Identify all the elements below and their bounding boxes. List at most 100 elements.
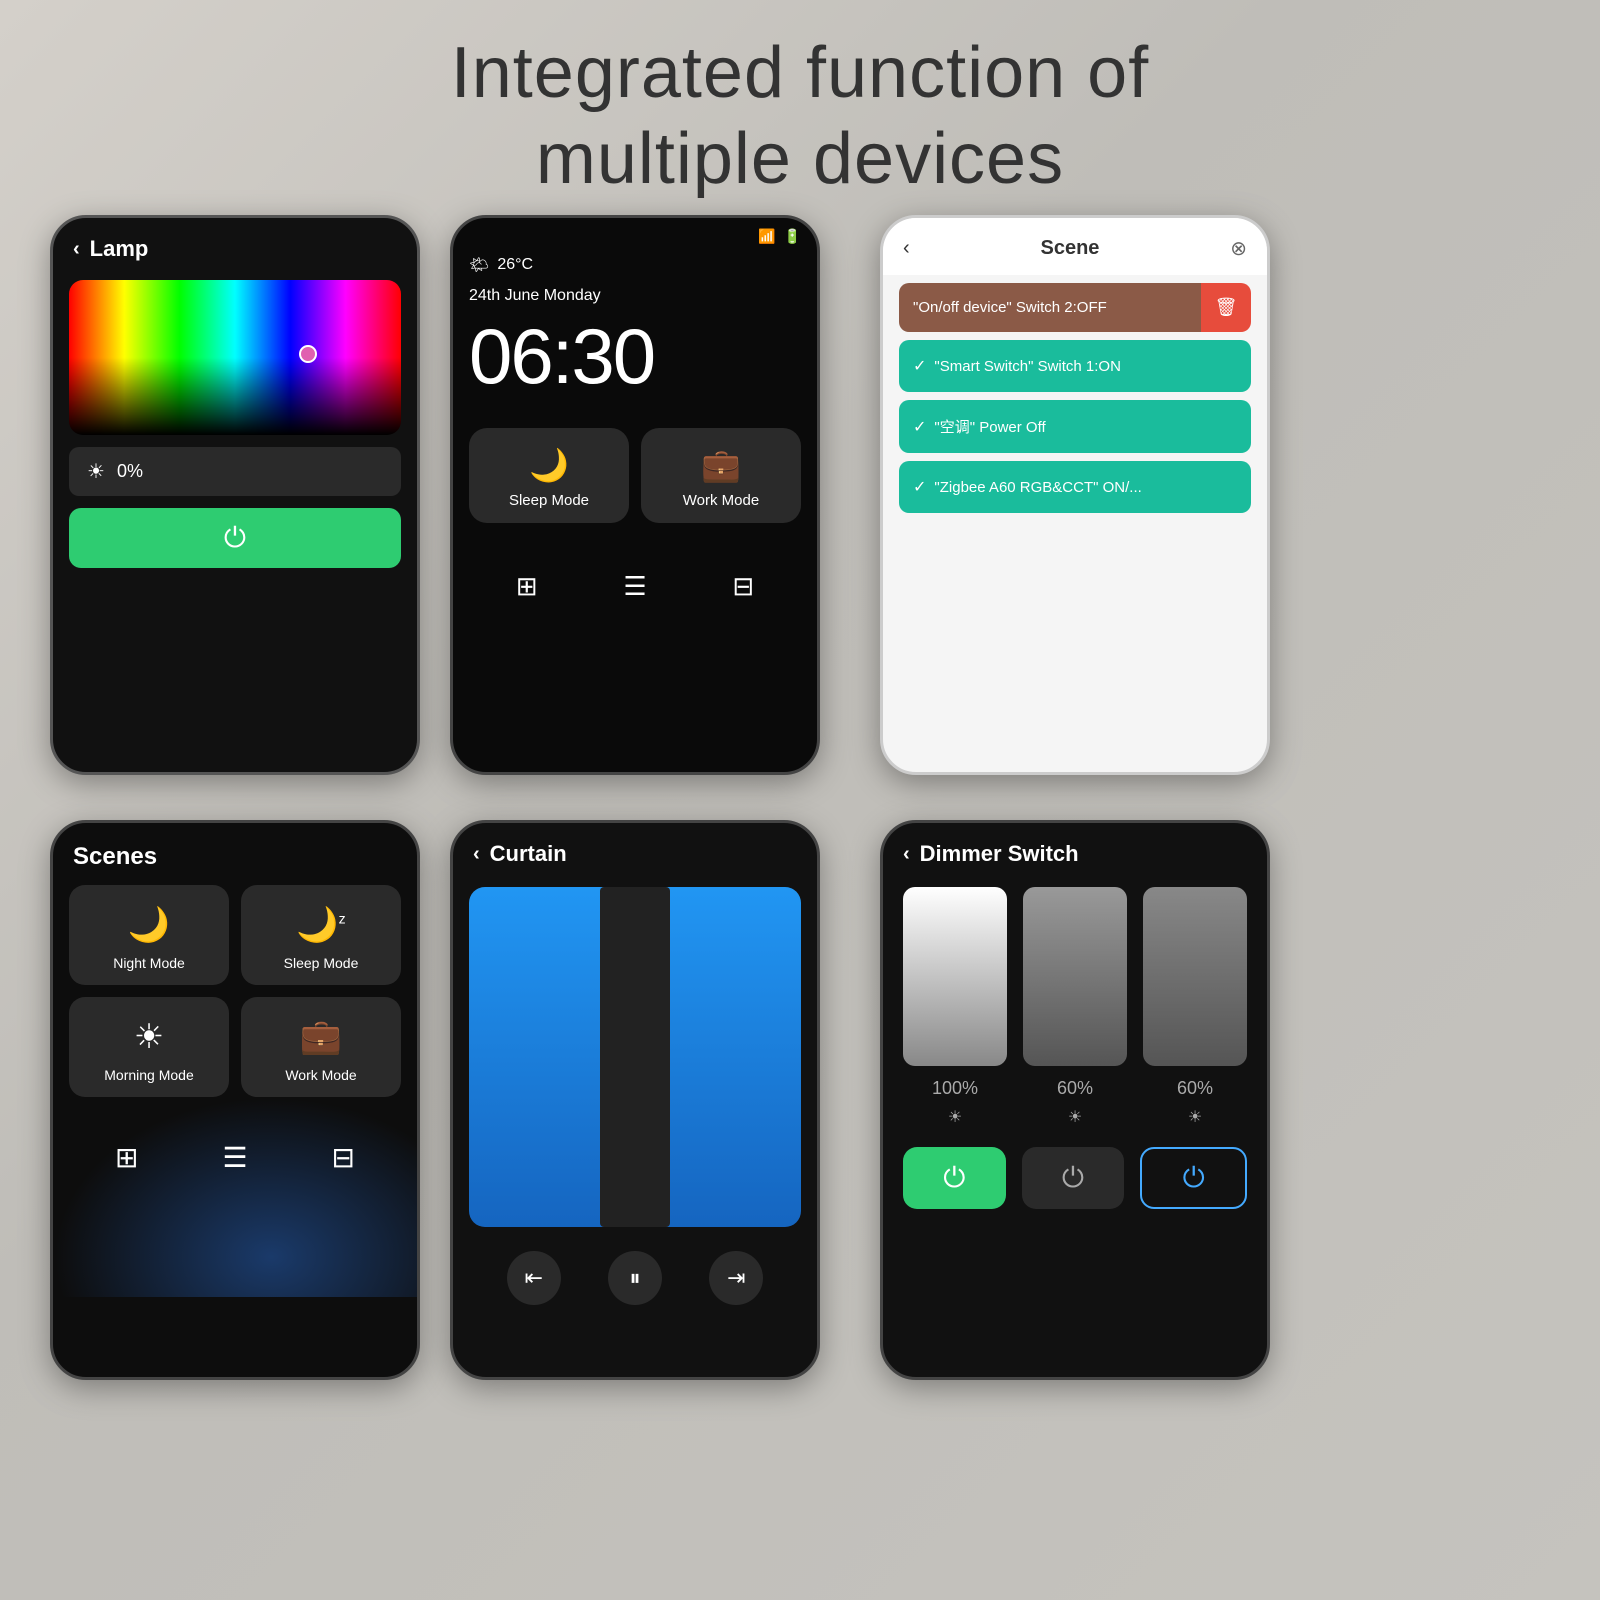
work-mode-button[interactable]: 💼 Work Mode [641,428,801,523]
lamp-phone: ‹ Lamp ☀ 0% ⏻ [50,215,420,775]
dimmer-slider-2[interactable] [1023,887,1127,1066]
settings-icon[interactable]: ⊗ [1230,236,1247,261]
power-outline-icon: ⏻ [1183,1162,1205,1195]
color-picker[interactable] [69,280,401,435]
scene-row-1[interactable]: "On/off device" Switch 2:OFF 🗑 [899,283,1251,332]
scene-phone: ‹ Scene ⊗ "On/off device" Switch 2:OFF 🗑… [880,215,1270,775]
dimmer-power-row: ⏻ ⏻ ⏻ [883,1137,1267,1223]
scene-row-2-text: "Smart Switch" Switch 1:ON [934,358,1121,375]
grid-nav-icon[interactable]: ⊞ [115,1141,138,1174]
curtain-phone: ‹ Curtain ⇤ ⏸ ⇥ [450,820,820,1380]
curtain-pause-icon: ⏸ [629,1265,640,1291]
power-off-icon: ⏻ [1062,1162,1084,1195]
status-bar: 📶 🔋 [453,218,817,249]
dimmer-header: ‹ Dimmer Switch [883,823,1267,877]
check-icon3: ✓ [913,477,926,497]
night-mode-label: Night Mode [113,955,185,971]
brightness-bar: ☀ 0% [69,447,401,496]
scene-row-3[interactable]: ✓ "空调" Power Off [899,400,1251,453]
curtain-visual [469,887,801,1227]
sleep-mode-button[interactable]: 🌙 Sleep Mode [469,428,629,523]
dimmer-title: Dimmer Switch [920,841,1079,867]
dimmer-phone: ‹ Dimmer Switch 100% ☀ 60% ☀ 60% ☀ ⏻ ⏻ ⏻ [880,820,1270,1380]
check-icon2: ✓ [913,417,926,437]
weather-icon: 🌤 [469,255,489,275]
lamp-title: Lamp [90,236,149,262]
dimmer-col-1: 100% ☀ [903,887,1007,1127]
scene-row-2[interactable]: ✓ "Smart Switch" Switch 1:ON [899,340,1251,392]
list-icon[interactable]: ☰ [623,571,646,602]
lamp-header: ‹ Lamp [53,218,417,272]
scene-header: ‹ Scene ⊗ [883,218,1267,275]
morning-mode-tile[interactable]: ☀ Morning Mode [69,997,229,1097]
clock-phone: 📶 🔋 🌤 26°C 24th June Monday 06:30 🌙 Slee… [450,215,820,775]
curtain-close-btn[interactable]: ⇥ [709,1251,763,1305]
dimmer-col-2: 60% ☀ [1023,887,1127,1127]
sun-icon: ☀ [87,459,105,484]
dimmer-sliders: 100% ☀ 60% ☀ 60% ☀ [883,877,1267,1137]
curtain-open-icon: ⇤ [524,1265,542,1291]
moon-z-icon: 🌙 [529,446,569,484]
scene-row-1-text: "On/off device" Switch 2:OFF [899,283,1201,332]
briefcase-icon: 💼 [701,446,741,484]
curtain-open-btn[interactable]: ⇤ [507,1251,561,1305]
scenes-phone: Scenes 🌙 Night Mode 🌙z Sleep Mode ☀ Morn… [50,820,420,1380]
check-icon: ✓ [913,356,926,376]
power-button[interactable]: ⏻ [69,508,401,568]
dimmer-sun-3: ☀ [1188,1107,1202,1127]
scene-title: Scene [1040,237,1099,260]
bottom-nav: ⊞ ☰ ⊟ [453,559,817,614]
weather-row: 🌤 26°C [453,249,817,281]
color-picker-dot [299,345,317,363]
work-mode-label2: Work Mode [285,1067,356,1083]
dimmer-sun-1: ☀ [948,1107,962,1127]
curtain-bar [600,887,670,1227]
grid-icon[interactable]: ⊞ [516,571,538,602]
date-row: 24th June Monday [453,281,817,311]
morning-mode-label: Morning Mode [104,1067,194,1083]
dimmer-pct-1: 100% [932,1078,978,1099]
moon-z-icon2: 🌙z [296,905,345,945]
bottom-nav2: ⊞ ☰ ⊟ [53,1127,417,1188]
back-icon[interactable]: ‹ [903,237,910,260]
curtain-pause-btn[interactable]: ⏸ [608,1251,662,1305]
clock-display: 06:30 [453,311,817,402]
curtain-title: Curtain [490,841,567,867]
table-nav-icon[interactable]: ⊟ [332,1141,355,1174]
night-mode-tile[interactable]: 🌙 Night Mode [69,885,229,985]
scenes-grid: 🌙 Night Mode 🌙z Sleep Mode ☀ Morning Mod… [53,885,417,1097]
work-mode-tile[interactable]: 💼 Work Mode [241,997,401,1097]
heading-line1: Integrated function of [0,30,1600,116]
power-on-icon: ⏻ [943,1162,965,1195]
sleep-mode-label: Sleep Mode [509,492,589,509]
dimmer-slider-1[interactable] [903,887,1007,1066]
briefcase-icon2: 💼 [300,1017,342,1057]
dimmer-pct-2: 60% [1057,1078,1093,1099]
scene-row-4[interactable]: ✓ "Zigbee A60 RGB&CCT" ON/... [899,461,1251,513]
dimmer-col-3: 60% ☀ [1143,887,1247,1127]
date: 24th June Monday [469,287,601,305]
scene-row-4-text: "Zigbee A60 RGB&CCT" ON/... [934,479,1141,496]
work-mode-label: Work Mode [683,492,759,509]
list-nav-icon[interactable]: ☰ [222,1141,247,1174]
mode-buttons: 🌙 Sleep Mode 💼 Work Mode [453,412,817,539]
delete-icon[interactable]: 🗑 [1201,283,1251,332]
dimmer-power-off-1[interactable]: ⏻ [1022,1147,1125,1209]
dimmer-pct-3: 60% [1177,1078,1213,1099]
battery-icon: 🔋 [784,228,801,245]
dimmer-power-outline-1[interactable]: ⏻ [1140,1147,1247,1209]
curtain-header: ‹ Curtain [453,823,817,877]
curtain-controls: ⇤ ⏸ ⇥ [453,1237,817,1319]
back-icon4[interactable]: ‹ [903,843,910,866]
curtain-close-icon: ⇥ [727,1265,745,1291]
brightness-value: 0% [117,461,143,482]
sleep-mode-tile[interactable]: 🌙z Sleep Mode [241,885,401,985]
scene-row-3-text: "空调" Power Off [934,416,1045,437]
table-icon[interactable]: ⊟ [732,571,754,602]
back-icon[interactable]: ‹ [73,238,80,261]
back-icon3[interactable]: ‹ [473,843,480,866]
dimmer-power-on-1[interactable]: ⏻ [903,1147,1006,1209]
sun-icon2: ☀ [134,1017,164,1057]
dimmer-slider-3[interactable] [1143,887,1247,1066]
sleep-mode-label2: Sleep Mode [284,955,359,971]
